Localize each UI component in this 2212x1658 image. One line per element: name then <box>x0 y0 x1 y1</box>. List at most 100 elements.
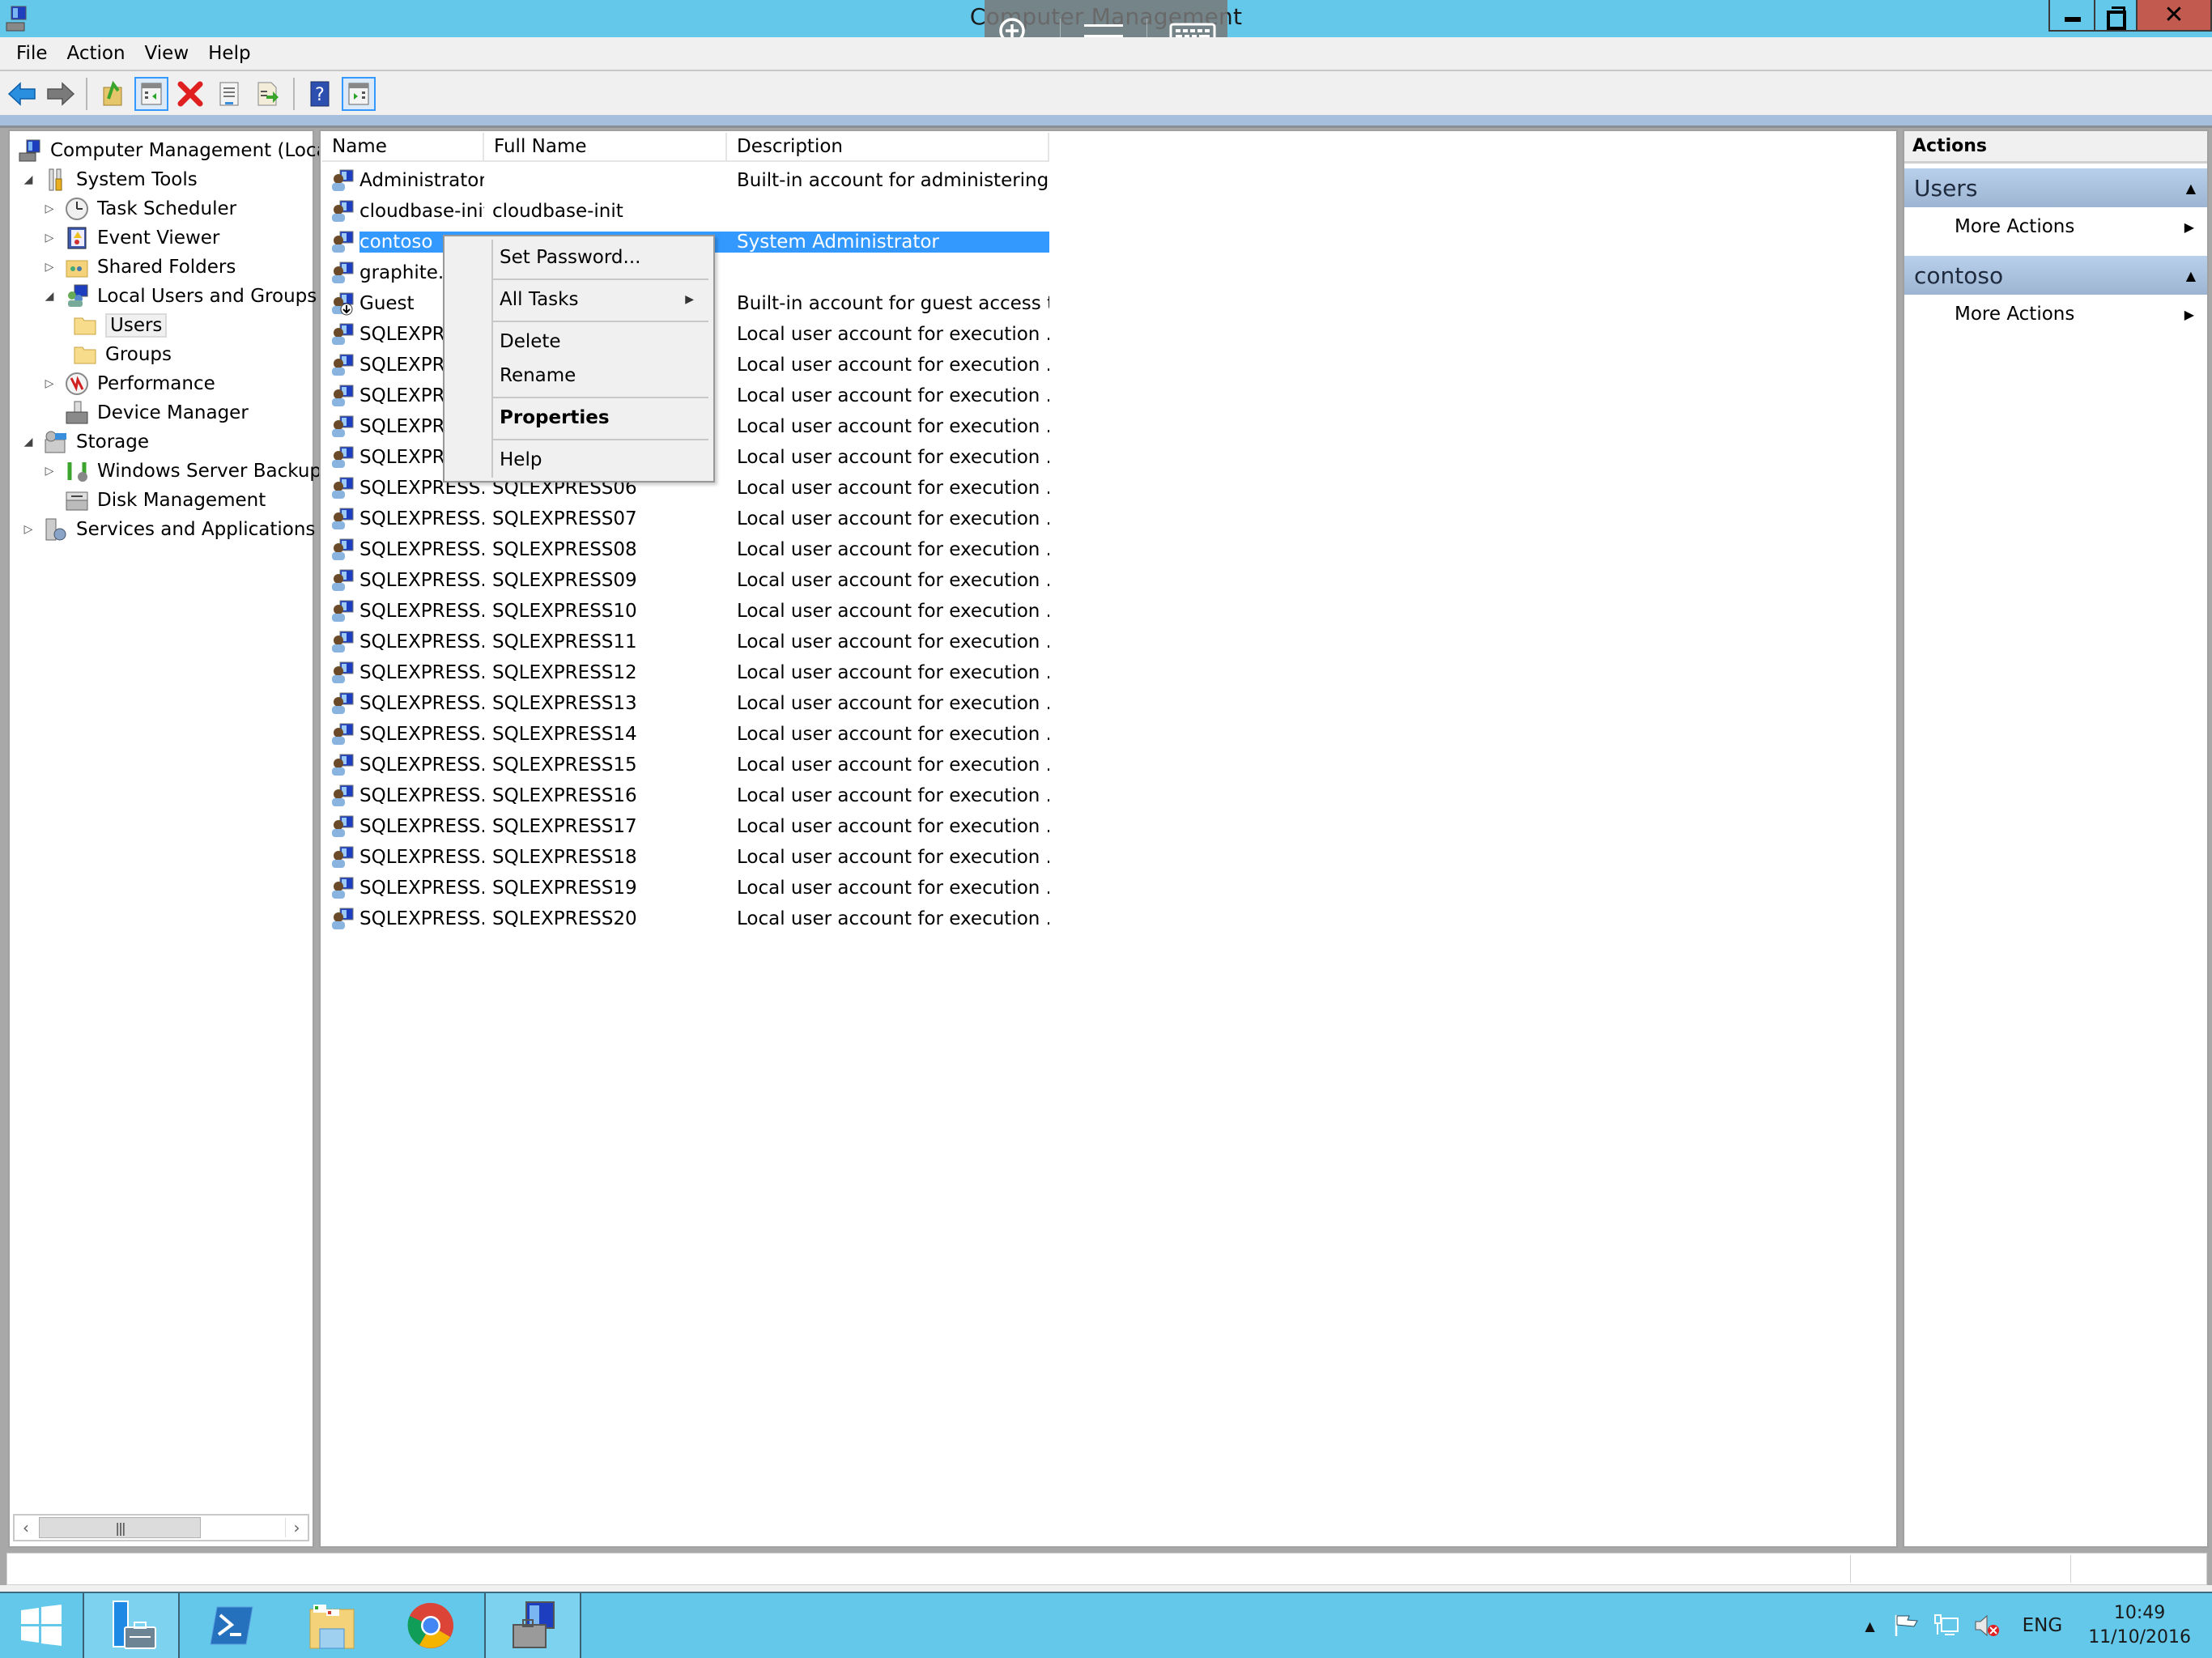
user-row[interactable]: SQLEXPRESS... SQLEXPRESS18 Local user acco… <box>322 842 1049 873</box>
user-name: SQLEXPRESS... <box>359 724 484 745</box>
expand-toggle-collapsed-icon[interactable]: ▷ <box>42 232 57 244</box>
user-row[interactable]: SQLEXPRESS... SQLEXPRESS19 Local user acco… <box>322 873 1049 903</box>
context-menu-rename[interactable]: Rename <box>500 359 708 392</box>
user-row[interactable]: SQLEXPRESS... SQLEXPRESS07 Local user acco… <box>322 504 1049 534</box>
show-hide-action-pane-button[interactable] <box>342 77 376 111</box>
tree-item-computer-management-local[interactable]: Computer Management (Local <box>18 136 333 165</box>
user-row[interactable]: SQLEXPRESS... SQLEXPRESS16 Local user acco… <box>322 780 1049 811</box>
taskbar-chrome[interactable] <box>382 1593 479 1658</box>
cell-full-name: SQLEXPRESS12 <box>492 662 637 683</box>
column-header-name[interactable]: Name <box>322 133 484 162</box>
context-menu-all-tasks[interactable]: All Tasks ▶ <box>500 283 708 316</box>
taskbar-file-explorer[interactable] <box>283 1593 381 1658</box>
user-row[interactable]: SQLEXPRESS... SQLEXPRESS09 Local user acco… <box>322 565 1049 596</box>
close-button[interactable]: ✕ <box>2136 0 2212 32</box>
tree-item-system-tools[interactable]: ◢ System Tools <box>21 165 198 194</box>
expand-toggle-collapsed-icon[interactable]: ▷ <box>42 377 57 390</box>
up-level-button[interactable] <box>96 77 130 111</box>
forward-button[interactable] <box>44 77 78 111</box>
user-icon <box>330 599 355 623</box>
menu-file[interactable]: File <box>6 43 57 64</box>
expand-toggle-collapsed-icon[interactable]: ▷ <box>21 523 36 536</box>
expand-toggle-collapsed-icon[interactable]: ▷ <box>42 465 57 478</box>
user-row[interactable]: SQLEXPRESS... SQLEXPRESS14 Local user acco… <box>322 719 1049 750</box>
context-menu-delete[interactable]: Delete <box>500 325 708 358</box>
minimize-button[interactable] <box>2048 0 2095 32</box>
context-menu-set-password[interactable]: Set Password... <box>500 241 708 274</box>
back-button[interactable] <box>5 77 39 111</box>
folder-icon <box>73 342 97 367</box>
action-center-flag-icon[interactable] <box>1893 1613 1921 1638</box>
expand-toggle-expanded-icon[interactable]: ◢ <box>21 436 36 449</box>
menu-action[interactable]: Action <box>57 43 135 64</box>
scroll-left-button[interactable]: ‹ <box>15 1518 37 1537</box>
user-row[interactable]: SQLEXPRESS... SQLEXPRESS20 Local user acco… <box>322 903 1049 934</box>
show-hidden-icons-button[interactable]: ▲ <box>1865 1618 1874 1634</box>
menu-view[interactable]: View <box>135 43 199 64</box>
expand-toggle-collapsed-icon[interactable]: ▷ <box>42 261 57 274</box>
user-row[interactable]: SQLEXPRESS... SQLEXPRESS12 Local user acco… <box>322 657 1049 688</box>
volume-muted-icon[interactable] <box>1974 1613 2001 1638</box>
collapse-up-icon[interactable]: ▲ <box>2186 181 2196 196</box>
user-row[interactable]: SQLEXPRESS... SQLEXPRESS17 Local user acco… <box>322 811 1049 842</box>
delete-button[interactable] <box>173 77 207 111</box>
collapse-up-icon[interactable]: ▲ <box>2186 268 2196 283</box>
tree-item-performance[interactable]: ▷ Performance <box>42 369 215 398</box>
restore-button[interactable] <box>2094 0 2136 32</box>
cell-full-name: SQLEXPRESS10 <box>492 601 637 622</box>
context-menu-properties[interactable]: Properties <box>500 402 708 434</box>
column-header-full-name[interactable]: Full Name <box>484 133 727 162</box>
taskbar-server-manager[interactable] <box>83 1593 180 1658</box>
help-button[interactable]: ? <box>303 77 337 111</box>
scrollbar-thumb[interactable]: ||| <box>39 1517 201 1538</box>
scroll-right-button[interactable]: › <box>285 1518 308 1537</box>
tree-item-disk-management[interactable]: Disk Management <box>42 486 266 515</box>
properties-button[interactable] <box>212 77 246 111</box>
cell-full-name: SQLEXPRESS18 <box>492 847 637 868</box>
clock[interactable]: 10:49 11/10/2016 <box>2088 1601 2191 1650</box>
input-language-indicator[interactable]: ENG <box>2023 1615 2063 1636</box>
tree-item-windows-server-backup[interactable]: ▷ Windows Server Backup <box>42 457 321 486</box>
tree-item-groups[interactable]: Groups <box>73 340 172 369</box>
column-header-description[interactable]: Description <box>727 133 1049 162</box>
expand-toggle-expanded-icon[interactable]: ◢ <box>42 290 57 303</box>
actions-section-contoso[interactable]: contoso ▲ <box>1904 256 2207 295</box>
action-more-actions-contoso[interactable]: More Actions ▶ <box>1904 296 2207 332</box>
expand-toggle-collapsed-icon[interactable]: ▷ <box>42 202 57 215</box>
tree-item-event-viewer[interactable]: ▷ Event Viewer <box>42 223 219 253</box>
user-row[interactable]: SQLEXPRESS... SQLEXPRESS08 Local user acco… <box>322 534 1049 565</box>
show-hide-console-tree-button[interactable] <box>134 77 168 111</box>
menu-help[interactable]: Help <box>198 43 260 64</box>
user-name: SQLEXPRESS... <box>359 785 484 806</box>
user-row[interactable]: SQLEXPRESS... SQLEXPRESS11 Local user acco… <box>322 627 1049 657</box>
taskbar-computer-management[interactable] <box>484 1593 581 1658</box>
network-icon[interactable] <box>1933 1613 1961 1638</box>
action-more-actions-users[interactable]: More Actions ▶ <box>1904 209 2207 244</box>
context-menu-help[interactable]: Help <box>500 444 708 476</box>
tree-item-users[interactable]: Users <box>73 311 168 340</box>
actions-section-users[interactable]: Users ▲ <box>1904 168 2207 207</box>
user-row[interactable]: SQLEXPRESS... SQLEXPRESS15 Local user acco… <box>322 750 1049 780</box>
expand-toggle-expanded-icon[interactable]: ◢ <box>21 173 36 186</box>
user-row[interactable]: Administrator Built-in account for admin… <box>322 165 1049 196</box>
server-manager-icon <box>113 1601 156 1649</box>
start-button[interactable] <box>0 1593 83 1658</box>
tree-item-label: Groups <box>105 344 172 365</box>
cell-description: Local user account for execution ... <box>737 355 1049 376</box>
tree-item-local-users-and-groups[interactable]: ◢ Local Users and Groups <box>42 282 317 311</box>
console-tree-pane[interactable]: Computer Management (Local ◢ System Tools ▷… <box>8 130 333 1548</box>
tree-horizontal-scrollbar[interactable]: ‹ ||| › <box>13 1514 309 1541</box>
export-list-button[interactable] <box>251 77 285 111</box>
cell-name: Administrator <box>322 168 484 193</box>
tree-item-storage[interactable]: ◢ Storage <box>21 427 149 457</box>
tree-item-task-scheduler[interactable]: ▷ Task Scheduler <box>42 194 236 223</box>
user-row[interactable]: cloudbase-init cloudbase-init <box>322 196 1049 227</box>
tree-item-device-manager[interactable]: Device Manager <box>42 398 249 427</box>
user-name: SQLEXPRESS... <box>359 539 484 560</box>
tree-item-services-and-applications[interactable]: ▷ Services and Applications <box>21 515 315 544</box>
taskbar-powershell[interactable] <box>183 1593 280 1658</box>
user-row[interactable]: SQLEXPRESS... SQLEXPRESS13 Local user acco… <box>322 688 1049 719</box>
user-row[interactable]: SQLEXPRESS... SQLEXPRESS10 Local user acco… <box>322 596 1049 627</box>
tree-item-shared-folders[interactable]: ▷ Shared Folders <box>42 253 236 282</box>
user-icon <box>330 722 355 746</box>
